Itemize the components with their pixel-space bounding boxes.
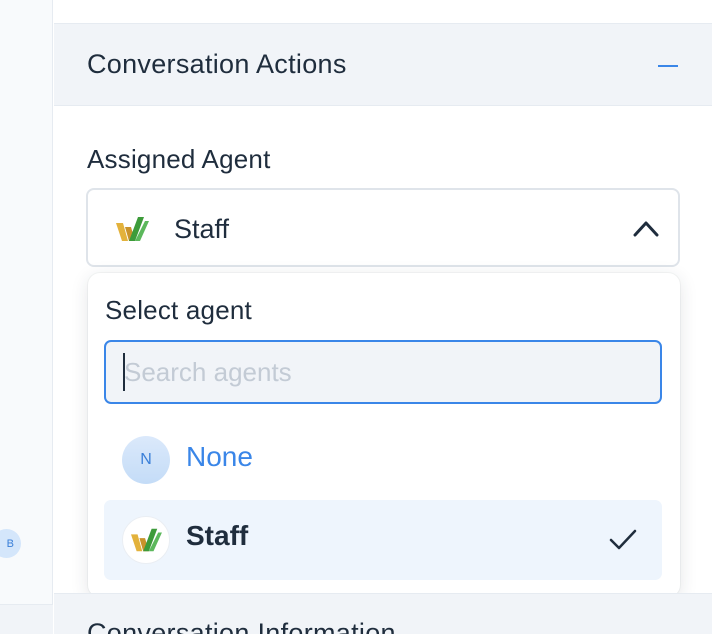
assigned-agent-select[interactable]: Staff — [86, 188, 680, 267]
contact-avatar[interactable]: B — [0, 529, 21, 558]
staff-avatar — [122, 516, 170, 564]
assigned-agent-label: Assigned Agent — [87, 144, 271, 174]
check-icon — [609, 529, 637, 550]
conversation-sidebar-panel: Conversation Actions Assigned Agent Staf… — [54, 0, 712, 634]
staff-logo-icon — [116, 217, 149, 241]
contact-avatar-initial: B — [6, 537, 14, 550]
minus-icon — [658, 65, 678, 67]
agent-option-label: None — [186, 441, 253, 472]
agent-option-staff[interactable]: Staff — [104, 500, 662, 580]
previous-section-edge — [54, 0, 712, 24]
section-title: Conversation Actions — [87, 49, 347, 79]
conversation-information-header[interactable]: Conversation Information — [54, 593, 712, 634]
left-rail: B — [0, 0, 53, 634]
none-avatar: N — [122, 436, 170, 484]
agent-dropdown: Select agent N None Staff — [88, 273, 680, 597]
none-avatar-initial: N — [140, 451, 152, 468]
selected-agent-value: Staff — [174, 214, 230, 244]
conversation-actions-header[interactable]: Conversation Actions — [54, 24, 712, 106]
agent-option-label: Staff — [186, 520, 249, 551]
chevron-up-icon[interactable] — [632, 218, 660, 238]
agent-option-none[interactable]: N None — [104, 420, 662, 500]
collapse-button[interactable] — [654, 52, 682, 80]
search-agents-input[interactable] — [104, 340, 662, 404]
text-cursor — [123, 353, 125, 391]
dropdown-title: Select agent — [105, 295, 252, 325]
staff-logo-icon — [131, 528, 162, 552]
section-title: Conversation Information — [87, 618, 396, 634]
left-rail-footer — [0, 604, 53, 634]
